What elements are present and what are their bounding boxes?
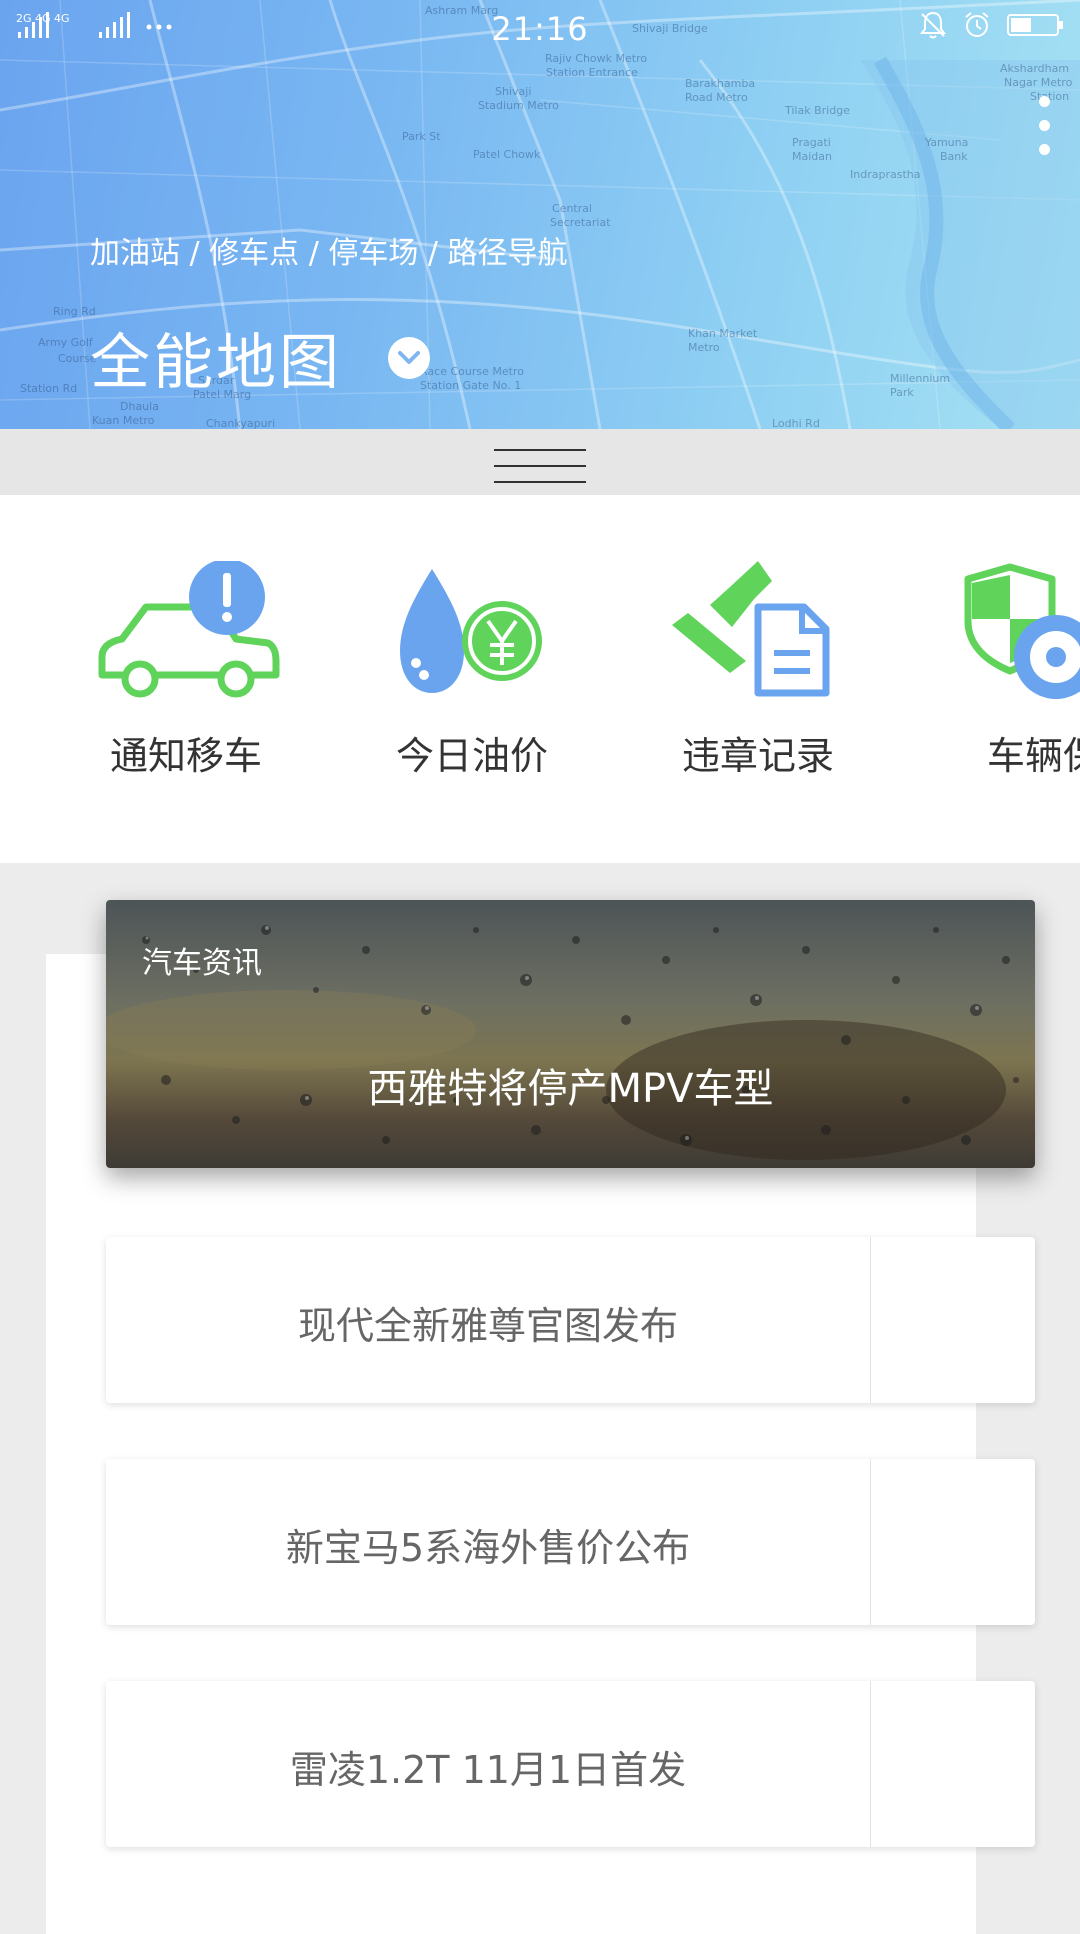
map-label: Kuan Metro — [92, 414, 155, 427]
map-label: Khan Market — [688, 327, 758, 340]
map-label: Race Course Metro — [420, 365, 524, 378]
battery-icon — [1007, 14, 1063, 36]
news-list-item[interactable]: 雷凌1.2T 11月1日首发 — [106, 1681, 1035, 1847]
map-label: Indraprastha — [850, 168, 920, 181]
map-label: Station Gate No. 1 — [420, 379, 521, 392]
vehicle-insurance-icon — [944, 561, 1080, 701]
map-label: Lodhi Rd — [772, 417, 820, 429]
news-item-thumbnail — [870, 1237, 1035, 1403]
action-notify-move-car[interactable]: 通知移车 — [86, 559, 286, 780]
map-label: Yamuna — [924, 136, 968, 149]
map-label: Dhaula — [120, 400, 159, 413]
action-label: 车辆保 — [986, 734, 1080, 778]
map-label: Millennium — [890, 372, 950, 385]
map-label: Akshardham — [1000, 62, 1069, 75]
map-label: Station Entrance — [546, 66, 638, 79]
news-list-item[interactable]: 新宝马5系海外售价公布 — [106, 1459, 1035, 1625]
map-label: Bank — [940, 150, 968, 163]
map-label: Barakhamba — [685, 77, 755, 90]
car-alert-icon — [86, 559, 286, 701]
news-category: 汽车资讯 — [142, 946, 262, 981]
violation-record-icon — [658, 561, 858, 701]
action-label: 通知移车 — [109, 734, 262, 778]
status-icons — [918, 10, 1066, 40]
header-subtitle: 加油站 / 修车点 / 停车场 / 路径导航 — [90, 236, 568, 271]
map-label: Patel Chowk — [473, 148, 541, 161]
map-label: Shivaji — [495, 85, 531, 98]
action-violation-record[interactable]: 违章记录 — [658, 561, 858, 780]
status-bar: 2G 4G 4G 21:16 — [0, 0, 1080, 56]
map-label: Chankyapuri — [206, 417, 275, 429]
map-label: Army Golf — [38, 336, 94, 349]
map-header-banner[interactable]: Ashram Marg Rajiv Chowk Metro Station En… — [0, 0, 1080, 429]
more-options-icon[interactable] — [1036, 96, 1052, 168]
map-label: Maidan — [792, 150, 832, 163]
news-item-thumbnail — [870, 1459, 1035, 1625]
action-label: 违章记录 — [681, 734, 834, 778]
news-hero-headline[interactable]: 西雅特将停产MPV车型 — [106, 1056, 1035, 1114]
news-list-item[interactable]: 现代全新雅尊官图发布 — [106, 1237, 1035, 1403]
map-label: Nagar Metro — [1004, 76, 1073, 89]
news-item-thumbnail — [870, 1681, 1035, 1847]
map-label: Central — [552, 202, 592, 215]
map-label: Tilak Bridge — [784, 104, 850, 117]
map-label: Road Metro — [685, 91, 748, 104]
map-label: Park — [890, 386, 914, 399]
quick-actions-row[interactable]: 通知移车 今日油价 违章记录 车辆 — [0, 495, 1080, 863]
map-label: Stadium Metro — [478, 99, 559, 112]
news-hero-card[interactable]: 汽车资讯 西雅特将停产MPV车型 — [106, 900, 1035, 1168]
notification-muted-icon — [920, 11, 946, 39]
map-label: Station Rd — [20, 382, 77, 395]
header-title: 全能地图 — [90, 328, 342, 398]
alarm-icon — [965, 12, 989, 37]
map-label: Park St — [402, 130, 441, 143]
action-oil-price[interactable]: 今日油价 — [372, 561, 572, 780]
header-title-row[interactable]: 全能地图 — [90, 314, 430, 401]
chevron-down-icon[interactable] — [388, 336, 430, 379]
news-item-title: 雷凌1.2T 11月1日首发 — [289, 1748, 687, 1792]
news-item-title: 新宝马5系海外售价公布 — [285, 1526, 691, 1570]
map-label: Pragati — [792, 136, 831, 149]
drag-handle-bar[interactable] — [0, 429, 1080, 495]
news-item-title: 现代全新雅尊官图发布 — [297, 1304, 678, 1348]
action-vehicle-insurance[interactable]: 车辆保 — [944, 561, 1080, 780]
oil-price-icon — [372, 561, 572, 701]
drag-handle-icon[interactable] — [494, 449, 586, 497]
action-label: 今日油价 — [395, 734, 548, 778]
map-label: Metro — [688, 341, 720, 354]
